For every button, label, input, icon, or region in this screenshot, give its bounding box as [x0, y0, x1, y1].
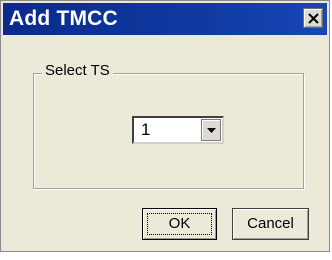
close-icon — [308, 13, 319, 24]
cancel-button[interactable]: Cancel — [232, 208, 309, 240]
close-button[interactable] — [303, 8, 323, 28]
ok-button[interactable]: OK — [142, 208, 217, 240]
ts-select[interactable]: 1 — [132, 116, 224, 144]
group-label: Select TS — [42, 61, 113, 81]
chevron-down-icon — [207, 128, 216, 133]
ts-select-value: 1 — [141, 120, 151, 139]
window-title: Add TMCC — [9, 7, 118, 30]
title-bar[interactable]: Add TMCC — [3, 3, 327, 35]
ok-button-label: OK — [168, 215, 191, 232]
add-tmcc-dialog: Add TMCC Select TS 1 OK Cancel — [0, 0, 330, 252]
dropdown-button[interactable] — [201, 119, 221, 141]
